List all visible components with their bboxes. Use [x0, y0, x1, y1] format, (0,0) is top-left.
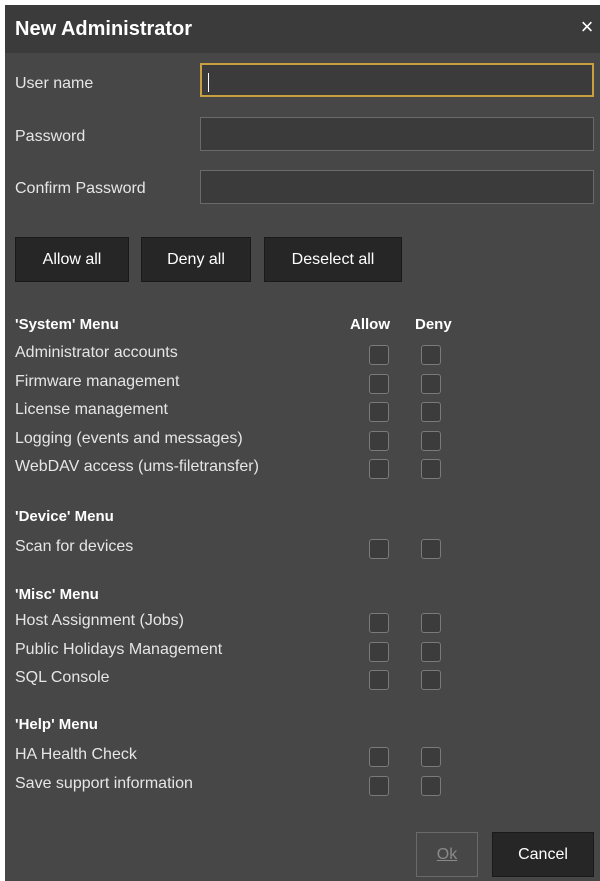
section-title: 'Help' Menu	[15, 716, 98, 733]
allow-checkbox[interactable]	[369, 642, 389, 662]
permission-label: Save support information	[15, 775, 193, 792]
allow-checkbox[interactable]	[369, 776, 389, 796]
confirm-password-input[interactable]	[200, 170, 594, 204]
ok-button[interactable]: Ok	[416, 832, 478, 877]
password-label: Password	[15, 128, 86, 145]
permission-label: WebDAV access (ums-filetransfer)	[15, 458, 259, 475]
deny-checkbox[interactable]	[421, 374, 441, 394]
permission-label: Public Holidays Management	[15, 641, 223, 658]
deny-checkbox[interactable]	[421, 613, 441, 633]
dialog-titlebar: New Administrator ×	[5, 5, 600, 53]
allow-checkbox[interactable]	[369, 402, 389, 422]
close-icon[interactable]: ×	[577, 15, 597, 39]
deny-checkbox[interactable]	[421, 459, 441, 479]
deny-checkbox[interactable]	[421, 747, 441, 767]
allow-checkbox[interactable]	[369, 747, 389, 767]
deny-checkbox[interactable]	[421, 776, 441, 796]
username-label: User name	[15, 75, 94, 92]
allow-checkbox[interactable]	[369, 670, 389, 690]
allow-checkbox[interactable]	[369, 431, 389, 451]
permission-label: Host Assignment (Jobs)	[15, 612, 184, 629]
text-caret	[208, 73, 209, 92]
dialog-title: New Administrator	[15, 18, 193, 40]
section-title: 'Misc' Menu	[15, 586, 99, 603]
deny-checkbox[interactable]	[421, 345, 441, 365]
permission-label: Firmware management	[15, 373, 180, 390]
deny-checkbox[interactable]	[421, 539, 441, 559]
deny-checkbox[interactable]	[421, 670, 441, 690]
permission-label: SQL Console	[15, 669, 110, 686]
section-title: 'Device' Menu	[15, 508, 114, 525]
permission-label: Logging (events and messages)	[15, 430, 243, 447]
deny-checkbox[interactable]	[421, 402, 441, 422]
cancel-button[interactable]: Cancel	[492, 832, 594, 877]
username-input[interactable]	[200, 63, 594, 97]
password-input[interactable]	[200, 117, 594, 151]
deny-checkbox[interactable]	[421, 431, 441, 451]
ok-label: Ok	[436, 845, 458, 863]
deselect-all-button[interactable]: Deselect all	[264, 237, 402, 282]
permission-label: License management	[15, 401, 168, 418]
permission-label: Scan for devices	[15, 538, 134, 555]
new-administrator-dialog: New Administrator × User name Password C…	[5, 5, 600, 881]
allow-checkbox[interactable]	[369, 345, 389, 365]
allow-checkbox[interactable]	[369, 374, 389, 394]
permission-label: Administrator accounts	[15, 344, 178, 361]
allow-checkbox[interactable]	[369, 613, 389, 633]
allow-checkbox[interactable]	[369, 459, 389, 479]
confirm-password-label: Confirm Password	[15, 180, 146, 197]
allow-column-header: Allow	[350, 316, 390, 333]
section-title: 'System' Menu	[15, 316, 119, 333]
allow-checkbox[interactable]	[369, 539, 389, 559]
deny-column-header: Deny	[415, 316, 452, 333]
permission-label: HA Health Check	[15, 746, 137, 763]
deny-checkbox[interactable]	[421, 642, 441, 662]
deny-all-button[interactable]: Deny all	[141, 237, 251, 282]
allow-all-button[interactable]: Allow all	[15, 237, 129, 282]
